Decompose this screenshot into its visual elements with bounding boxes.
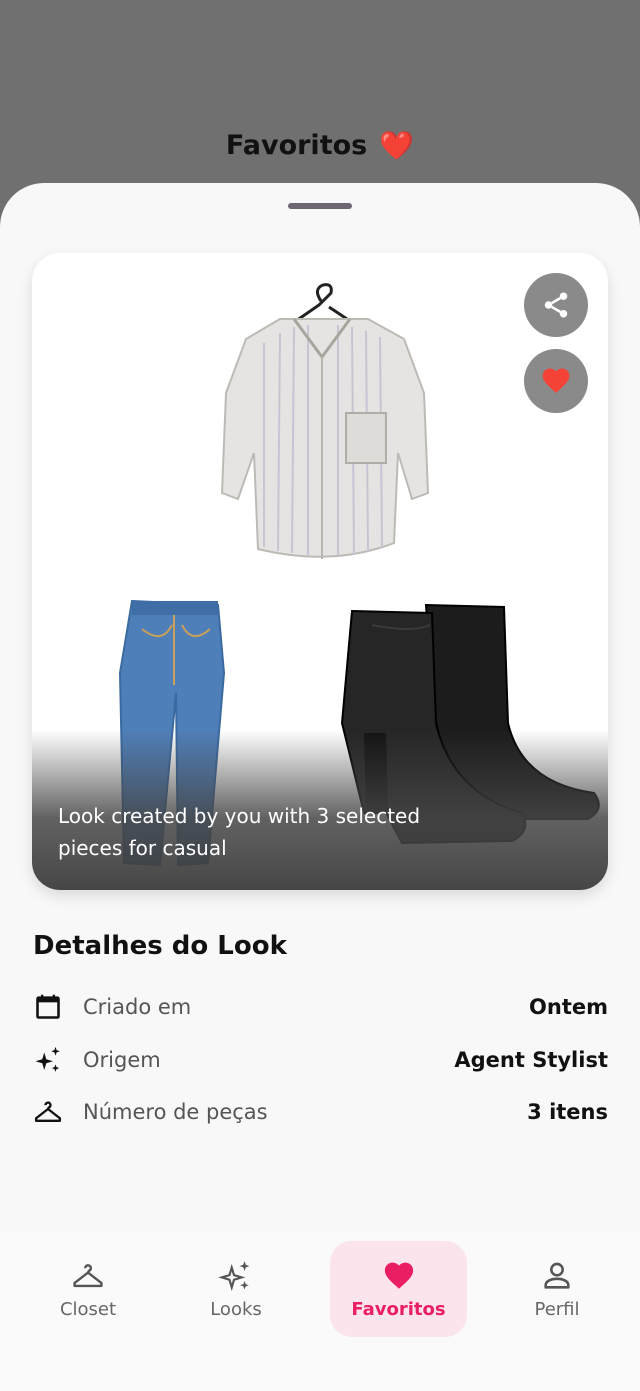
shirt-image	[220, 283, 430, 559]
share-button[interactable]	[524, 273, 588, 337]
look-card[interactable]: Look created by you with 3 selected piec…	[32, 253, 608, 890]
details-title: Detalhes do Look	[33, 931, 287, 961]
detail-row-pieces: Número de peças 3 itens	[33, 1095, 608, 1129]
detail-label: Origem	[83, 1048, 161, 1072]
detail-label: Criado em	[83, 995, 192, 1019]
detail-value: 3 itens	[527, 1100, 608, 1124]
nav-label: Perfil	[534, 1298, 580, 1320]
page-title-text: Favoritos	[225, 130, 368, 161]
bottom-navigation: Closet Looks Favoritos Perfil	[0, 1231, 640, 1391]
nav-label: Favoritos	[351, 1298, 446, 1320]
nav-closet[interactable]: Closet	[28, 1241, 148, 1337]
nav-favoritos[interactable]: Favoritos	[330, 1241, 467, 1337]
detail-value: Ontem	[529, 995, 608, 1019]
detail-row-origin: Origem Agent Stylist	[33, 1043, 608, 1077]
detail-label: Número de peças	[83, 1100, 268, 1124]
bottom-sheet: Look created by you with 3 selected piec…	[0, 183, 640, 1391]
page-title: Favoritos ❤️	[0, 130, 640, 161]
sheet-drag-handle[interactable]	[288, 203, 352, 209]
heart-icon	[542, 368, 570, 393]
hanger-icon	[73, 1263, 103, 1287]
hanger-icon	[33, 1097, 63, 1127]
nav-label: Looks	[210, 1298, 262, 1320]
person-icon	[544, 1262, 570, 1289]
nav-looks[interactable]: Looks	[176, 1241, 296, 1337]
favorite-button[interactable]	[524, 349, 588, 413]
nav-perfil[interactable]: Perfil	[497, 1241, 617, 1337]
heart-icon	[384, 1262, 413, 1289]
detail-value: Agent Stylist	[454, 1048, 608, 1072]
calendar-icon	[33, 992, 63, 1022]
sparkles-icon	[33, 1045, 63, 1075]
share-icon	[544, 292, 568, 318]
heart-emoji-icon: ❤️	[379, 128, 415, 162]
nav-label: Closet	[59, 1298, 117, 1320]
detail-row-created: Criado em Ontem	[33, 990, 608, 1024]
sparkles-icon	[218, 1260, 250, 1291]
look-caption: Look created by you with 3 selected piec…	[58, 804, 421, 860]
